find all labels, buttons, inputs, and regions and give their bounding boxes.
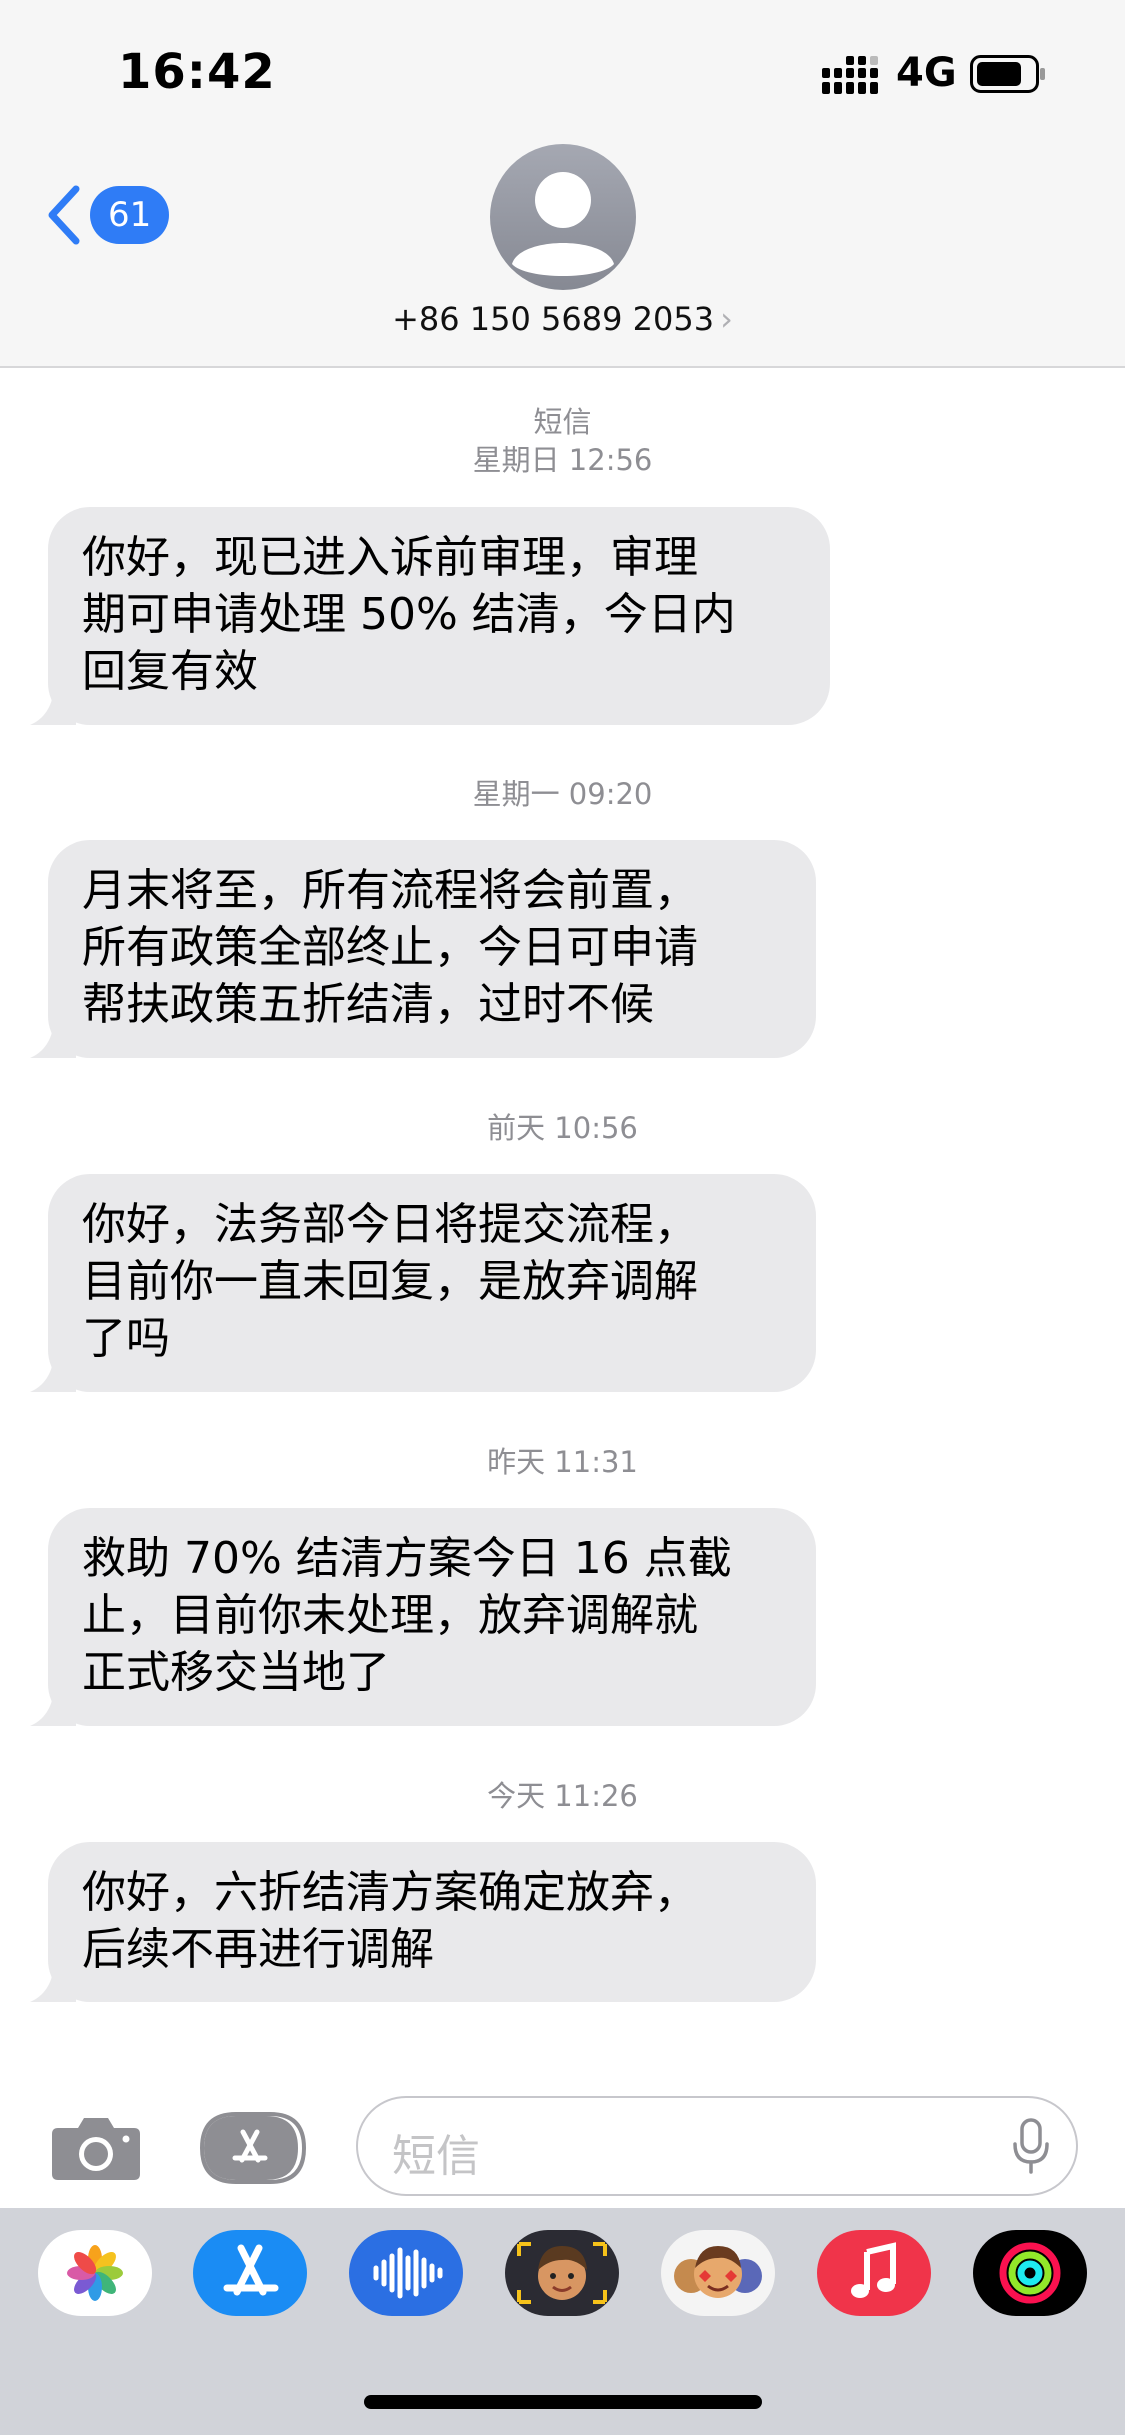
cellular-signal-icon bbox=[822, 56, 878, 94]
message-input[interactable]: 短信 bbox=[356, 2096, 1078, 2196]
memoji-icon[interactable] bbox=[505, 2230, 619, 2316]
message-line: 回复有效 bbox=[82, 646, 258, 697]
chevron-right-icon: › bbox=[720, 300, 733, 338]
message-line: 你好，法务部今日将提交流程， bbox=[82, 1199, 698, 1250]
bubble-tail bbox=[30, 1966, 76, 2002]
message-bubble[interactable]: 你好，六折结清方案确定放弃， 后续不再进行调解 bbox=[30, 1842, 816, 2002]
message-bubble[interactable]: 救助 70% 结清方案今日 16 点截 止，目前你未处理，放弃调解就 正式移交当… bbox=[30, 1508, 816, 1726]
contact-avatar[interactable] bbox=[490, 144, 636, 290]
back-button[interactable]: 61 bbox=[44, 180, 170, 250]
message-line: 帮扶政策五折结清，过时不候 bbox=[82, 979, 654, 1030]
message-bubble[interactable]: 月末将至，所有流程将会前置， 所有政策全部终止，今日可申请 帮扶政策五折结清，过… bbox=[30, 840, 816, 1058]
person-icon bbox=[512, 172, 614, 276]
status-time: 16:42 bbox=[118, 44, 276, 100]
timestamp: 星期一 09:20 bbox=[472, 777, 653, 811]
animoji-icon[interactable] bbox=[661, 2230, 775, 2316]
chevron-left-icon bbox=[48, 185, 80, 245]
photos-icon[interactable] bbox=[38, 2230, 152, 2316]
timestamp: 昨天 11:31 bbox=[487, 1445, 638, 1479]
message-line: 止，目前你未处理，放弃调解就 bbox=[82, 1590, 698, 1641]
battery-icon bbox=[970, 55, 1045, 93]
message-line: 你好，六折结清方案确定放弃， bbox=[82, 1867, 698, 1918]
activity-icon[interactable] bbox=[973, 2230, 1087, 2316]
input-placeholder: 短信 bbox=[392, 2131, 480, 2182]
message-line: 你好，现已进入诉前审理，审理 bbox=[82, 532, 698, 583]
message-line: 后续不再进行调解 bbox=[82, 1924, 434, 1975]
camera-icon[interactable] bbox=[50, 2112, 142, 2182]
timestamp: 前天 10:56 bbox=[487, 1111, 638, 1145]
message-line: 期可申请处理 50% 结清，今日内 bbox=[82, 589, 736, 640]
unread-count-badge: 61 bbox=[90, 186, 170, 244]
microphone-icon[interactable] bbox=[1012, 2118, 1050, 2174]
message-line: 了吗 bbox=[82, 1313, 170, 1364]
message-line: 正式移交当地了 bbox=[82, 1647, 390, 1698]
message-line: 目前你一直未回复，是放弃调解 bbox=[82, 1256, 698, 1307]
home-indicator[interactable] bbox=[364, 2395, 762, 2409]
conversation-header: 61 +86 150 5689 2053 › bbox=[0, 144, 1125, 368]
message-bubble[interactable]: 你好，现已进入诉前审理，审理 期可申请处理 50% 结清，今日内 回复有效 bbox=[30, 507, 830, 725]
app-store-icon[interactable] bbox=[193, 2230, 307, 2316]
bubble-tail bbox=[30, 1690, 76, 1726]
message-service-label: 短信 bbox=[533, 405, 592, 439]
app-store-button-icon[interactable] bbox=[200, 2112, 308, 2184]
music-icon[interactable] bbox=[817, 2230, 931, 2316]
message-line: 救助 70% 结清方案今日 16 点截 bbox=[82, 1533, 732, 1584]
bubble-tail bbox=[30, 689, 76, 725]
status-bar: 16:42 4G bbox=[0, 0, 1125, 150]
message-line: 月末将至，所有流程将会前置， bbox=[82, 865, 698, 916]
bubble-tail bbox=[30, 1022, 76, 1058]
contact-number: +86 150 5689 2053 bbox=[392, 300, 715, 338]
timestamp: 星期日 12:56 bbox=[472, 443, 653, 477]
app-drawer bbox=[0, 2208, 1125, 2435]
audio-messages-icon[interactable] bbox=[349, 2230, 463, 2316]
message-line: 所有政策全部终止，今日可申请 bbox=[82, 922, 698, 973]
contact-name[interactable]: +86 150 5689 2053 › bbox=[0, 300, 1125, 338]
bubble-tail bbox=[30, 1356, 76, 1392]
network-type: 4G bbox=[896, 50, 957, 96]
message-bubble[interactable]: 你好，法务部今日将提交流程， 目前你一直未回复，是放弃调解 了吗 bbox=[30, 1174, 816, 1392]
timestamp: 今天 11:26 bbox=[487, 1779, 638, 1813]
